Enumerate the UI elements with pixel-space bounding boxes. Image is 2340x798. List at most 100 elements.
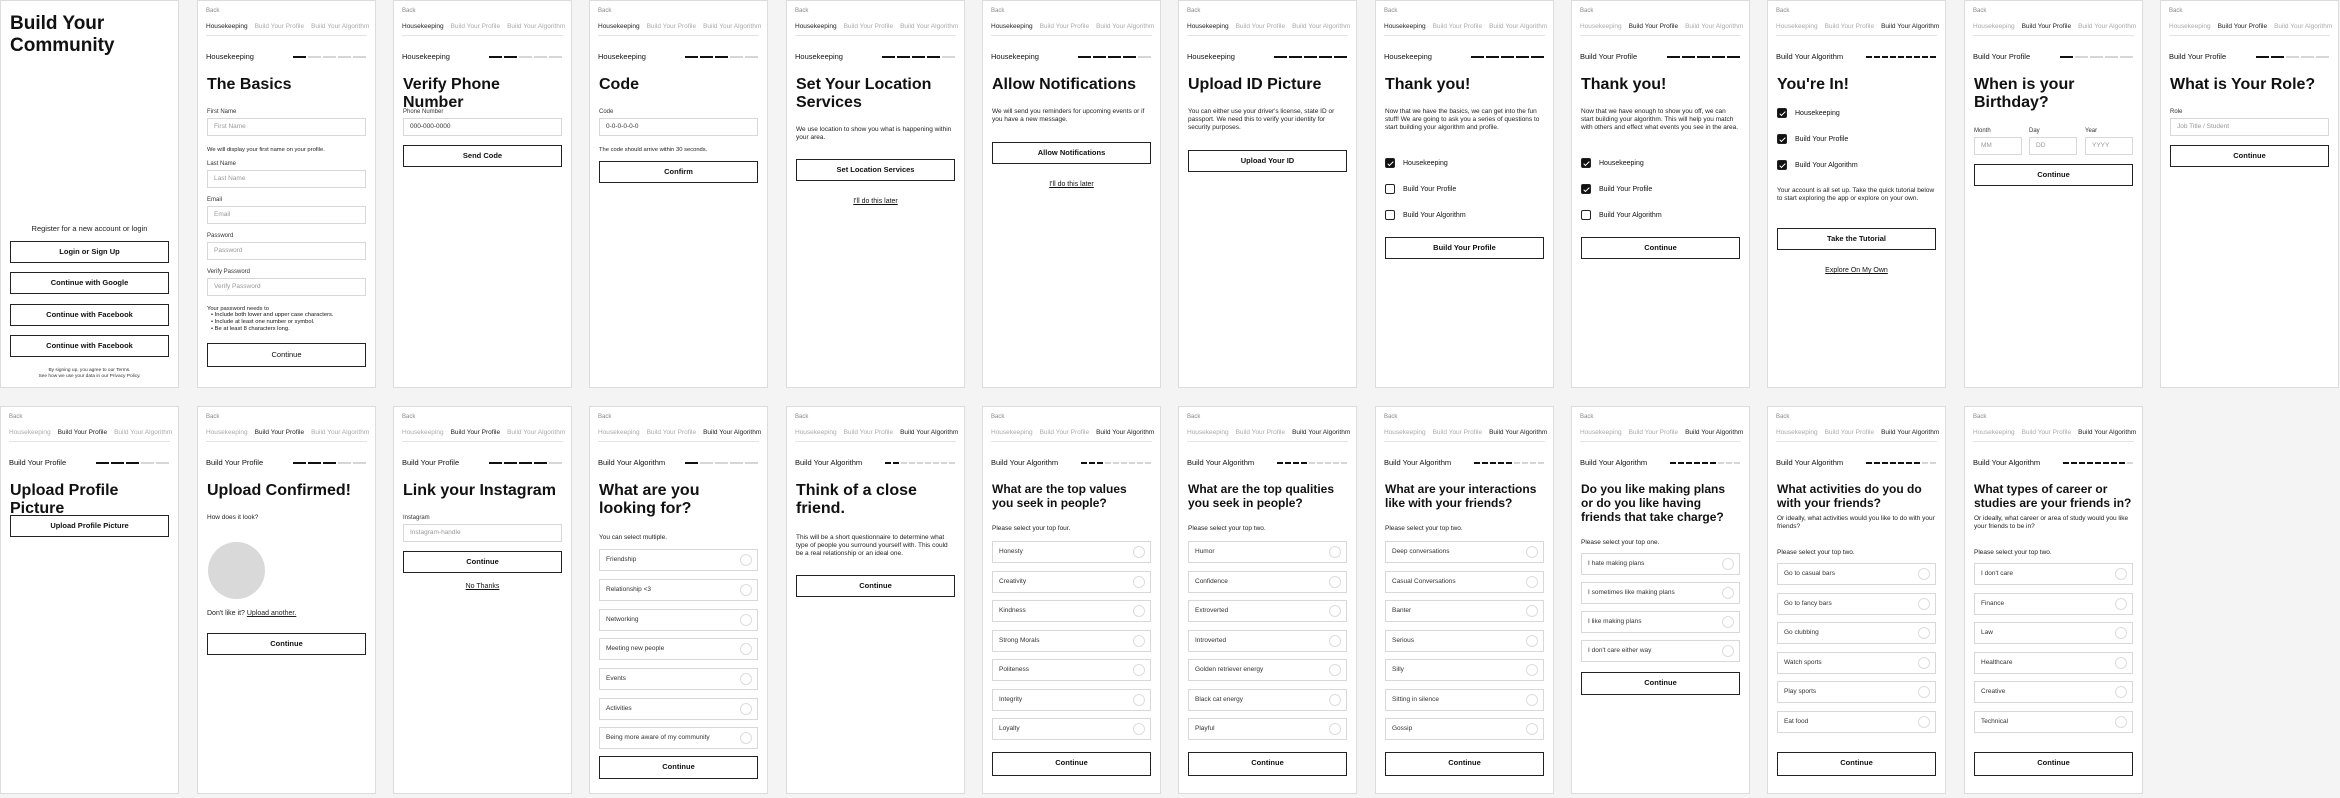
- back-link[interactable]: Back: [402, 414, 415, 420]
- option-item[interactable]: Finance: [1974, 593, 2133, 615]
- option-item[interactable]: Politeness: [992, 659, 1151, 681]
- option-item[interactable]: Deep conversations: [1385, 541, 1544, 563]
- back-link[interactable]: Back: [795, 414, 808, 420]
- back-link[interactable]: Back: [1580, 414, 1593, 420]
- option-item[interactable]: I like making plans: [1581, 611, 1740, 633]
- back-link[interactable]: Back: [598, 414, 611, 420]
- back-link[interactable]: Back: [991, 8, 1004, 14]
- facebook-button-2[interactable]: Continue with Facebook: [10, 335, 169, 357]
- option-item[interactable]: Extroverted: [1188, 600, 1347, 622]
- email-input[interactable]: Email: [207, 206, 366, 224]
- allow-notifications-button[interactable]: Allow Notifications: [992, 142, 1151, 164]
- option-item[interactable]: Creative: [1974, 681, 2133, 703]
- upload-another-link[interactable]: Upload another.: [247, 610, 296, 617]
- year-input[interactable]: YYYY: [2085, 137, 2133, 155]
- send-code-button[interactable]: Send Code: [403, 145, 562, 167]
- option-item[interactable]: Technical: [1974, 711, 2133, 733]
- option-item[interactable]: I hate making plans: [1581, 553, 1740, 575]
- option-item[interactable]: Go to casual bars: [1777, 563, 1936, 585]
- option-item[interactable]: Creativity: [992, 571, 1151, 593]
- option-item[interactable]: Humor: [1188, 541, 1347, 563]
- login-signup-button[interactable]: Login or Sign Up: [10, 241, 169, 263]
- facebook-button[interactable]: Continue with Facebook: [10, 304, 169, 326]
- option-item[interactable]: Honesty: [992, 541, 1151, 563]
- option-item[interactable]: Introverted: [1188, 630, 1347, 652]
- option-item[interactable]: Black cat energy: [1188, 689, 1347, 711]
- continue-button[interactable]: Continue: [2170, 145, 2329, 167]
- option-item[interactable]: I don't care either way: [1581, 640, 1740, 662]
- option-item[interactable]: Kindness: [992, 600, 1151, 622]
- option-item[interactable]: Go to fancy bars: [1777, 593, 1936, 615]
- explore-link[interactable]: Explore On My Own: [1777, 267, 1936, 274]
- option-item[interactable]: Strong Morals: [992, 630, 1151, 652]
- no-thanks-link[interactable]: No Thanks: [403, 583, 562, 590]
- build-profile-button[interactable]: Build Your Profile: [1385, 237, 1544, 259]
- option-item[interactable]: Eat food: [1777, 711, 1936, 733]
- back-link[interactable]: Back: [795, 8, 808, 14]
- continue-button[interactable]: Continue: [207, 633, 366, 655]
- option-item[interactable]: Play sports: [1777, 681, 1936, 703]
- option-item[interactable]: Go clubbing: [1777, 622, 1936, 644]
- continue-button[interactable]: Continue: [1385, 752, 1544, 776]
- continue-button[interactable]: Continue: [207, 343, 366, 367]
- option-item[interactable]: Events: [599, 668, 758, 690]
- back-link[interactable]: Back: [1776, 414, 1789, 420]
- option-item[interactable]: Meeting new people: [599, 638, 758, 660]
- option-item[interactable]: Friendship: [599, 549, 758, 571]
- continue-button[interactable]: Continue: [1188, 752, 1347, 776]
- continue-button[interactable]: Continue: [1581, 237, 1740, 259]
- upload-profile-picture-button[interactable]: Upload Profile Picture: [10, 515, 169, 537]
- back-link[interactable]: Back: [206, 414, 219, 420]
- continue-button[interactable]: Continue: [599, 756, 758, 779]
- continue-button[interactable]: Continue: [796, 575, 955, 597]
- confirm-button[interactable]: Confirm: [599, 161, 758, 183]
- back-link[interactable]: Back: [1384, 8, 1397, 14]
- first-name-input[interactable]: First Name: [207, 118, 366, 136]
- back-link[interactable]: Back: [1187, 414, 1200, 420]
- option-item[interactable]: Watch sports: [1777, 652, 1936, 674]
- continue-button[interactable]: Continue: [992, 752, 1151, 776]
- back-link[interactable]: Back: [1776, 8, 1789, 14]
- back-link[interactable]: Back: [9, 414, 22, 420]
- set-location-button[interactable]: Set Location Services: [796, 159, 955, 181]
- continue-button[interactable]: Continue: [1974, 164, 2133, 186]
- option-item[interactable]: Activities: [599, 698, 758, 720]
- password-input[interactable]: Password: [207, 242, 366, 260]
- verify-password-input[interactable]: Verify Password: [207, 278, 366, 296]
- option-item[interactable]: Integrity: [992, 689, 1151, 711]
- back-link[interactable]: Back: [598, 8, 611, 14]
- last-name-input[interactable]: Last Name: [207, 170, 366, 188]
- option-item[interactable]: Sitting in silence: [1385, 689, 1544, 711]
- instagram-input[interactable]: Instagram-handle: [403, 524, 562, 542]
- later-link[interactable]: I'll do this later: [992, 181, 1151, 188]
- option-item[interactable]: Playful: [1188, 718, 1347, 740]
- later-link[interactable]: I'll do this later: [796, 198, 955, 205]
- option-item[interactable]: Silly: [1385, 659, 1544, 681]
- option-item[interactable]: Relationship <3: [599, 579, 758, 601]
- back-link[interactable]: Back: [1973, 8, 1986, 14]
- option-item[interactable]: Loyalty: [992, 718, 1151, 740]
- option-item[interactable]: I don't care: [1974, 563, 2133, 585]
- role-input[interactable]: Job Title / Student: [2170, 118, 2329, 136]
- google-button[interactable]: Continue with Google: [10, 272, 169, 294]
- option-item[interactable]: Gossip: [1385, 718, 1544, 740]
- continue-button[interactable]: Continue: [1777, 752, 1936, 776]
- option-item[interactable]: Being more aware of my community: [599, 727, 758, 749]
- back-link[interactable]: Back: [1973, 414, 1986, 420]
- option-item[interactable]: I sometimes like making plans: [1581, 582, 1740, 604]
- option-item[interactable]: Serious: [1385, 630, 1544, 652]
- option-item[interactable]: Law: [1974, 622, 2133, 644]
- option-item[interactable]: Confidence: [1188, 571, 1347, 593]
- back-link[interactable]: Back: [1187, 8, 1200, 14]
- option-item[interactable]: Banter: [1385, 600, 1544, 622]
- back-link[interactable]: Back: [2169, 8, 2182, 14]
- code-input[interactable]: 0-0-0-0-0-0: [599, 118, 758, 136]
- option-item[interactable]: Casual Conversations: [1385, 571, 1544, 593]
- back-link[interactable]: Back: [206, 8, 219, 14]
- back-link[interactable]: Back: [1580, 8, 1593, 14]
- phone-input[interactable]: 000-000-0000: [403, 118, 562, 136]
- continue-button[interactable]: Continue: [403, 551, 562, 573]
- back-link[interactable]: Back: [1384, 414, 1397, 420]
- continue-button[interactable]: Continue: [1581, 672, 1740, 695]
- back-link[interactable]: Back: [991, 414, 1004, 420]
